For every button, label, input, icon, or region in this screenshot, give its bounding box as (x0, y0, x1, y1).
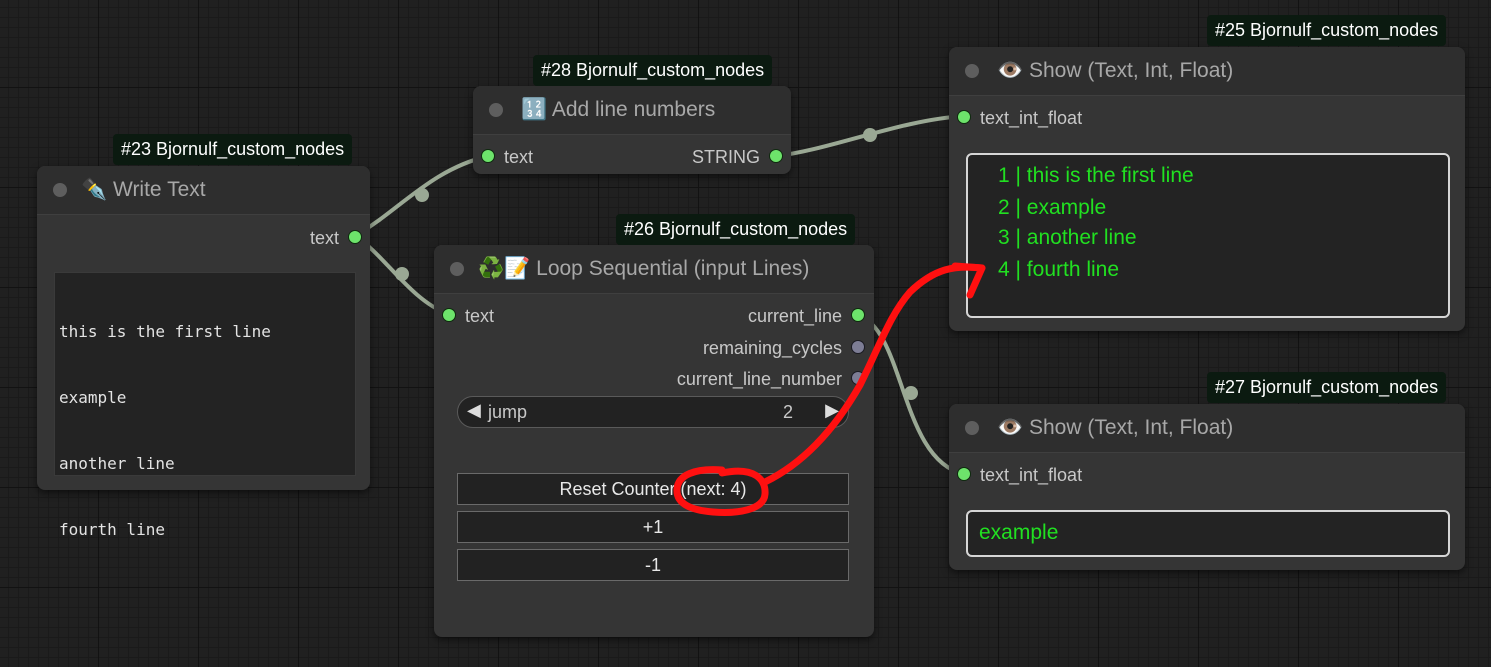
output-port-current-line-number[interactable] (852, 372, 864, 384)
collapse-toggle[interactable] (965, 421, 979, 435)
pen-icon: ✒️ (81, 178, 108, 201)
output-display: example (966, 510, 1450, 557)
input-port-text-int-float[interactable] (958, 468, 970, 480)
input-port-text[interactable] (443, 309, 455, 321)
node-title: 🔢 Add line numbers (521, 98, 715, 122)
node-title: ✒️ Write Text (81, 178, 206, 202)
eye-icon: 👁️ (997, 416, 1024, 439)
input-label-text: text (465, 306, 495, 326)
output-line: 4 | fourth line (998, 258, 1120, 281)
node-title-label: Show (Text, Int, Float) (1029, 59, 1234, 82)
output-port-remaining-cycles[interactable] (852, 341, 864, 353)
increment-arrow-icon[interactable]: ▶ (825, 400, 839, 421)
text-line: example (59, 388, 127, 407)
text-line: this is the first line (59, 322, 271, 341)
wire-reroute-dot[interactable] (395, 267, 409, 281)
output-label-text: text (309, 228, 339, 248)
output-display: 1 | this is the first line 2 | example 3… (966, 153, 1450, 318)
jump-value[interactable]: 2 (783, 402, 793, 423)
loop-sequential-node[interactable]: ♻️📝 Loop Sequential (input Lines) text c… (434, 245, 874, 637)
input-label-text-int-float: text_int_float (980, 108, 1083, 128)
jump-label: jump (488, 402, 528, 422)
input-port-text[interactable] (482, 150, 494, 162)
output-label-current-line: current_line (747, 306, 842, 326)
reset-counter-button[interactable]: Reset Counter (next: 4) (457, 473, 849, 505)
wire-reroute-dot[interactable] (863, 128, 877, 142)
node-header[interactable]: 👁️ Show (Text, Int, Float) (949, 404, 1465, 453)
eye-icon: 👁️ (997, 59, 1024, 82)
node-id-badge: #28 Bjornulf_custom_nodes (533, 55, 773, 86)
collapse-toggle[interactable] (450, 262, 464, 276)
node-title: ♻️📝 Loop Sequential (input Lines) (478, 257, 809, 281)
output-port-string[interactable] (770, 150, 782, 162)
node-header[interactable]: ♻️📝 Loop Sequential (input Lines) (434, 245, 874, 294)
wire-reroute-dot[interactable] (415, 188, 429, 202)
node-title-label: Add line numbers (551, 98, 716, 121)
node-header[interactable]: ✒️ Write Text (37, 166, 370, 215)
node-title: 👁️ Show (Text, Int, Float) (997, 59, 1233, 83)
output-label-string: STRING (691, 147, 760, 167)
output-line: 2 | example (998, 196, 1107, 219)
text-line: fourth line (59, 520, 165, 539)
output-label-remaining-cycles: remaining_cycles (702, 338, 842, 358)
output-port-text[interactable] (349, 231, 361, 243)
output-line: 3 | another line (998, 226, 1137, 249)
decrement-arrow-icon[interactable]: ◀ (467, 400, 481, 421)
node-title: 👁️ Show (Text, Int, Float) (997, 416, 1233, 440)
input-port-text-int-float[interactable] (958, 111, 970, 123)
node-title-label: Write Text (113, 178, 206, 201)
input-label-text: text (504, 147, 534, 167)
output-label-current-line-number: current_line_number (676, 369, 842, 389)
collapse-toggle[interactable] (965, 64, 979, 78)
jump-stepper[interactable]: ◀ jump 2 ▶ (457, 396, 849, 428)
node-title-label: Loop Sequential (input Lines) (536, 257, 810, 280)
add-line-numbers-node[interactable]: 🔢 Add line numbers text STRING (473, 86, 791, 174)
node-id-badge: #25 Bjornulf_custom_nodes (1207, 15, 1447, 46)
node-title-label: Show (Text, Int, Float) (1029, 416, 1234, 439)
node-id-badge: #23 Bjornulf_custom_nodes (113, 134, 353, 165)
show-text-node-top[interactable]: 👁️ Show (Text, Int, Float) text_int_floa… (949, 47, 1465, 331)
numbers-icon: 🔢 (521, 98, 548, 121)
input-label-text-int-float: text_int_float (980, 465, 1083, 485)
node-id-badge: #26 Bjornulf_custom_nodes (616, 214, 856, 245)
output-line: 1 | this is the first line (998, 164, 1194, 187)
recycle-memo-icon: ♻️📝 (478, 257, 531, 280)
node-header[interactable]: 👁️ Show (Text, Int, Float) (949, 47, 1465, 96)
collapse-toggle[interactable] (53, 183, 67, 197)
wire-reroute-dot[interactable] (904, 386, 918, 400)
write-text-node[interactable]: ✒️ Write Text text this is the first lin… (37, 166, 370, 539)
show-text-node-bottom[interactable]: 👁️ Show (Text, Int, Float) text_int_floa… (949, 404, 1465, 570)
decrement-button[interactable]: -1 (457, 549, 849, 581)
output-port-current-line[interactable] (852, 309, 864, 321)
collapse-toggle[interactable] (489, 103, 503, 117)
text-input-area[interactable]: this is the first line example another l… (54, 272, 356, 539)
output-line: example (979, 521, 1059, 544)
text-line: another line (59, 454, 175, 473)
node-id-badge: #27 Bjornulf_custom_nodes (1207, 372, 1447, 403)
node-header[interactable]: 🔢 Add line numbers (473, 86, 791, 135)
increment-button[interactable]: +1 (457, 511, 849, 543)
